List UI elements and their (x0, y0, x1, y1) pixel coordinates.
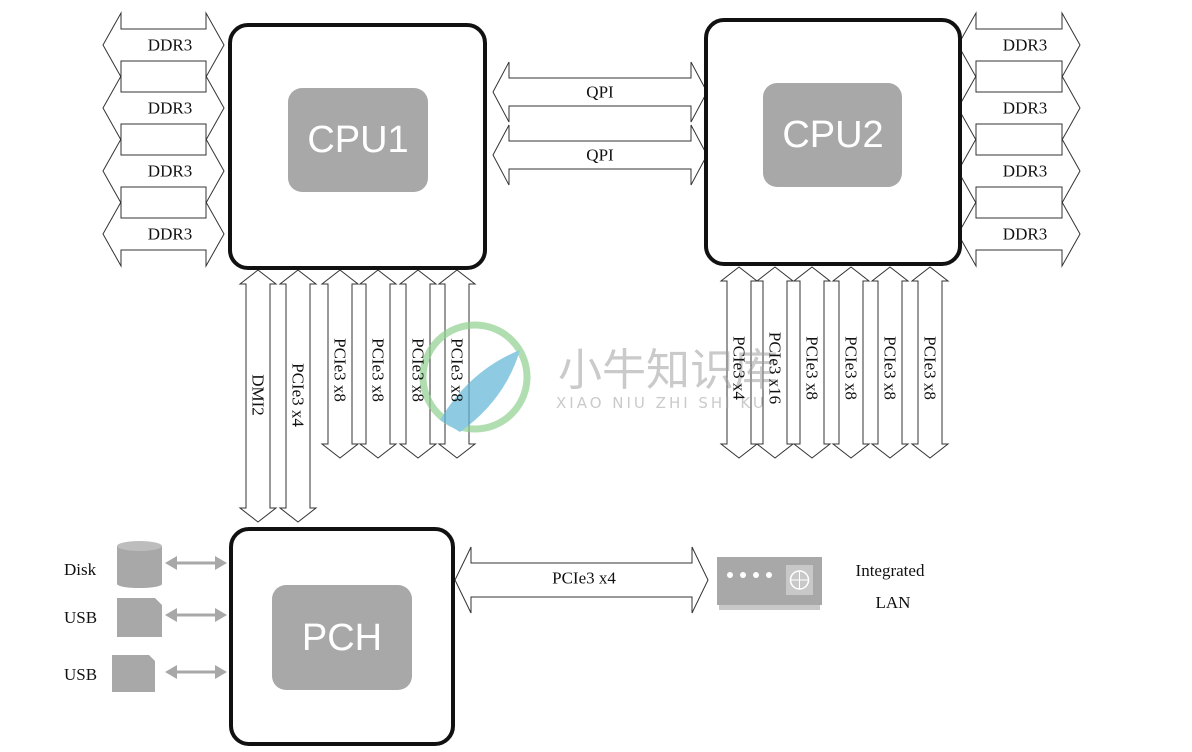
cpu2-link-label: PCIe3 x8 (803, 336, 822, 400)
usb-label: USB (64, 608, 97, 627)
usb-label: USB (64, 665, 97, 684)
ddr3-label: DDR3 (1003, 162, 1047, 181)
cpu1-link-label: PCIe3 x8 (331, 338, 350, 402)
cpu1-link-label: PCIe3 x8 (409, 338, 428, 402)
pch-link-label: PCIe3 x4 (552, 569, 616, 588)
qpi-label: QPI (586, 83, 614, 102)
disk-icon (117, 541, 162, 588)
usb-icon (112, 655, 155, 692)
disk-label: Disk (64, 560, 97, 579)
cpu2-link-label: PCIe3 x4 (730, 336, 749, 400)
cpu1-label: CPU1 (307, 119, 408, 161)
cpu2-link-label: PCIe3 x16 (766, 332, 785, 404)
lan-label-line1: Integrated (856, 561, 925, 580)
cpu1-link-label: PCIe3 x8 (369, 338, 388, 402)
ddr3-label: DDR3 (148, 36, 192, 55)
cpu2-label: CPU2 (782, 114, 883, 156)
cpu1-link-label: DMI2 (249, 374, 268, 416)
cpu1-link-label: PCIe3 x4 (289, 363, 308, 427)
bidirectional-arrow-icon (165, 556, 227, 570)
ddr3-label: DDR3 (148, 225, 192, 244)
lan-label-line2: LAN (876, 593, 911, 612)
cpu2-link-label: PCIe3 x8 (842, 336, 861, 400)
ddr3-label: DDR3 (148, 99, 192, 118)
bidirectional-arrow-icon (165, 665, 227, 679)
pch-label: PCH (302, 617, 382, 659)
cpu2-link-label: PCIe3 x8 (921, 336, 940, 400)
usb-icon (117, 598, 162, 637)
ddr3-label: DDR3 (1003, 99, 1047, 118)
watermark-logo: 小牛知识库 XIAO NIU ZHI SHI KU (419, 321, 778, 433)
qpi-label: QPI (586, 146, 614, 165)
ddr3-label: DDR3 (1003, 36, 1047, 55)
server-block-diagram: CPU1 CPU2 PCH Disk USB USB Integrated LA… (64, 11, 1081, 746)
bidirectional-arrow-icon (165, 608, 227, 622)
network-card-icon (717, 557, 822, 610)
cpu2-link-label: PCIe3 x8 (881, 336, 900, 400)
ddr3-label: DDR3 (148, 162, 192, 181)
ddr3-label: DDR3 (1003, 225, 1047, 244)
cpu1-link-label: PCIe3 x8 (448, 338, 467, 402)
